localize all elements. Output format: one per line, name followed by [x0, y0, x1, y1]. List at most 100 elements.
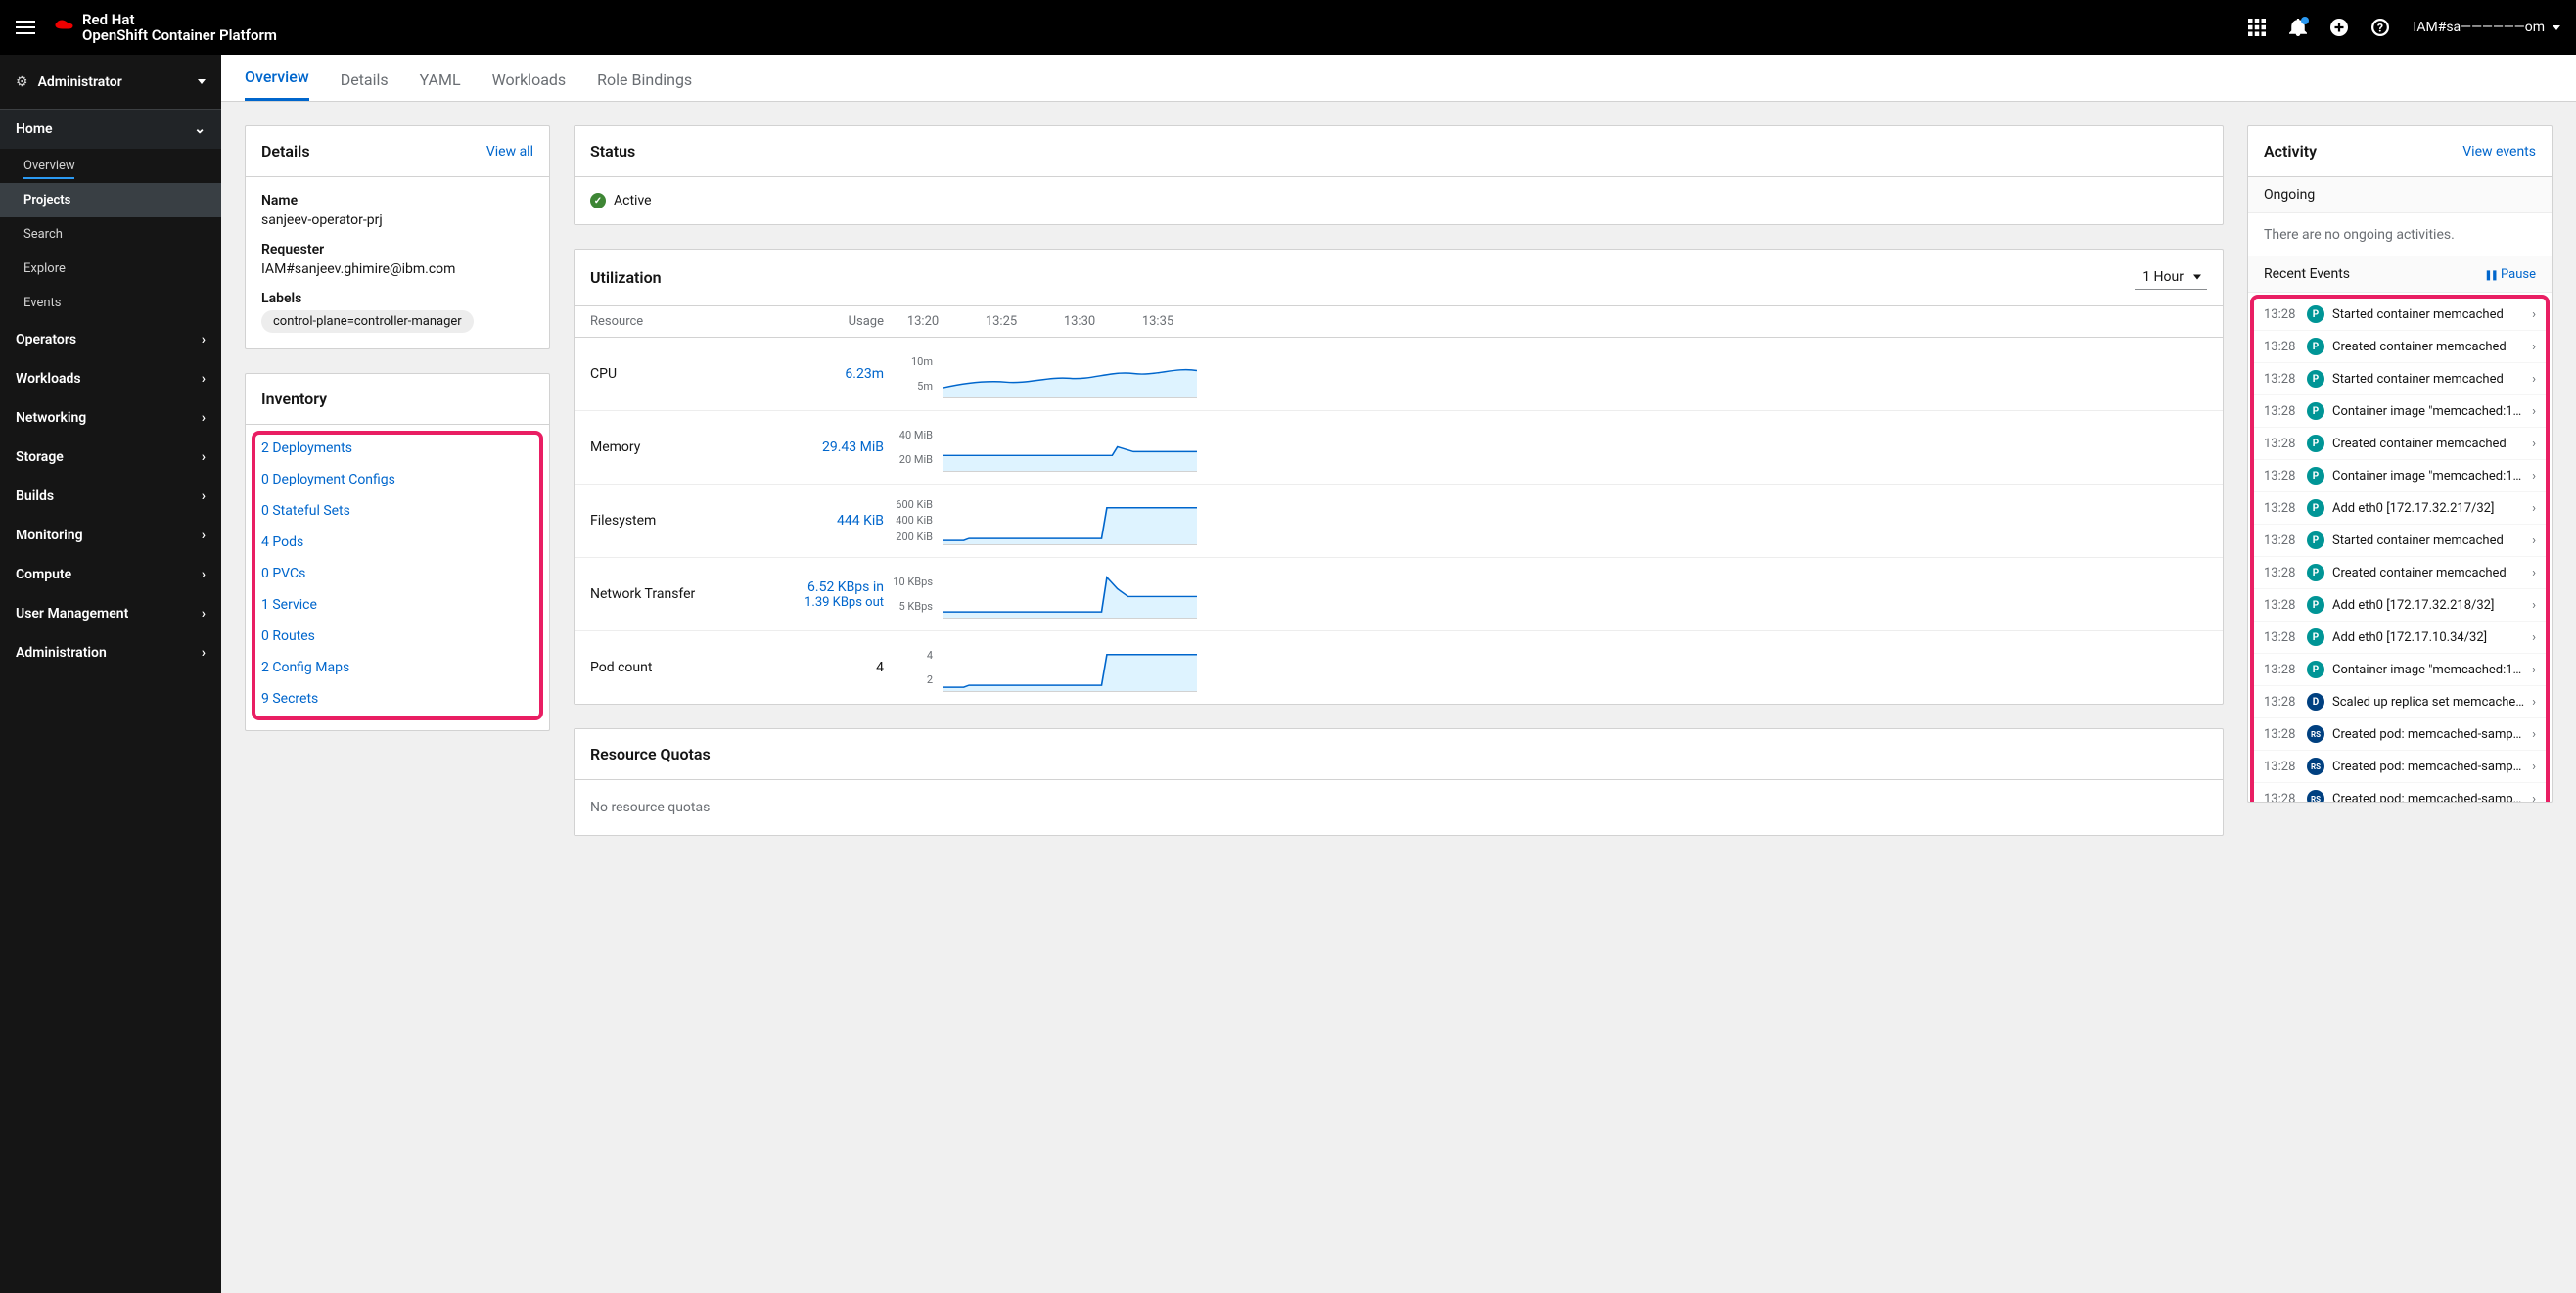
- util-name: Pod count: [590, 660, 786, 675]
- chevron-right-icon: ›: [202, 528, 206, 543]
- event-time: 13:28: [2264, 340, 2299, 354]
- inventory-deployconfigs[interactable]: 0 Deployment Configs: [261, 464, 533, 495]
- nav-storage[interactable]: Storage›: [0, 438, 221, 477]
- event-row[interactable]: 13:28 P Add eth0 [172.17.32.218/32] ›: [2254, 589, 2546, 622]
- hamburger-icon[interactable]: [16, 21, 35, 34]
- event-badge-icon: P: [2307, 370, 2324, 388]
- nav-usermgmt[interactable]: User Management›: [0, 594, 221, 633]
- inventory-statefulsets[interactable]: 0 Stateful Sets: [261, 495, 533, 527]
- event-row[interactable]: 13:28 P Add eth0 [172.17.32.217/32] ›: [2254, 492, 2546, 525]
- event-row[interactable]: 13:28 RS Created pod: memcached-sampl...…: [2254, 751, 2546, 783]
- chevron-right-icon: ›: [2532, 307, 2536, 322]
- event-badge-icon: P: [2307, 467, 2324, 485]
- chevron-right-icon: ›: [202, 449, 206, 465]
- util-row-filesystem[interactable]: Filesystem 444 KiB 600 KiB400 KiB200 KiB: [575, 485, 2223, 558]
- nav-administration[interactable]: Administration›: [0, 633, 221, 672]
- nav-builds[interactable]: Builds›: [0, 477, 221, 516]
- util-chart: 600 KiB400 KiB200 KiB: [884, 496, 1197, 545]
- event-badge-icon: P: [2307, 402, 2324, 420]
- inventory-configmaps[interactable]: 2 Config Maps: [261, 652, 533, 683]
- event-row[interactable]: 13:28 P Started container memcached ›: [2254, 363, 2546, 395]
- chevron-right-icon: ›: [202, 410, 206, 426]
- event-message: Add eth0 [172.17.32.217/32]: [2332, 501, 2524, 516]
- nav-home-search[interactable]: Search: [0, 217, 221, 252]
- nav-home[interactable]: Home ⌄: [0, 110, 221, 149]
- perspective-switcher[interactable]: ⚙ Administrator: [0, 55, 221, 110]
- tab-workloads[interactable]: Workloads: [492, 70, 567, 101]
- util-row-memory[interactable]: Memory 29.43 MiB 40 MiB20 MiB: [575, 411, 2223, 485]
- requester-label: Requester: [261, 242, 533, 257]
- chevron-right-icon: ›: [202, 606, 206, 622]
- event-row[interactable]: 13:28 P Container image "memcached:1.4..…: [2254, 395, 2546, 428]
- event-row[interactable]: 13:28 P Created container memcached ›: [2254, 428, 2546, 460]
- tab-overview[interactable]: Overview: [245, 68, 309, 101]
- chevron-right-icon: ›: [2532, 437, 2536, 451]
- event-message: Started container memcached: [2332, 307, 2524, 322]
- chevron-right-icon: ›: [2532, 663, 2536, 677]
- event-row[interactable]: 13:28 D Scaled up replica set memcached.…: [2254, 686, 2546, 718]
- requester-value: IAM#sanjeev.ghimire@ibm.com: [261, 261, 533, 277]
- inventory-deployments[interactable]: 2 Deployments: [261, 433, 533, 464]
- event-row[interactable]: 13:28 P Started container memcached ›: [2254, 299, 2546, 331]
- event-badge-icon: RS: [2307, 725, 2324, 743]
- nav-home-overview[interactable]: Overview: [0, 149, 221, 183]
- user-menu[interactable]: IAM#sa——————om: [2413, 20, 2560, 35]
- nav-monitoring[interactable]: Monitoring›: [0, 516, 221, 555]
- view-all-link[interactable]: View all: [486, 144, 533, 160]
- bell-icon[interactable]: [2289, 19, 2307, 36]
- event-time: 13:28: [2264, 727, 2299, 742]
- utilization-card: Utilization 1 Hour Resource Usage 13:20 …: [574, 249, 2224, 705]
- inventory-card: Inventory 2 Deployments 0 Deployment Con…: [245, 373, 550, 731]
- nav-operators[interactable]: Operators›: [0, 320, 221, 359]
- util-row-cpu[interactable]: CPU 6.23m 10m5m: [575, 338, 2223, 411]
- chevron-right-icon: ›: [202, 332, 206, 347]
- ongoing-header: Ongoing: [2248, 177, 2552, 213]
- svg-text:?: ?: [2377, 23, 2383, 36]
- nav-networking[interactable]: Networking›: [0, 398, 221, 438]
- pause-button[interactable]: Pause: [2484, 267, 2536, 282]
- time-range-dropdown[interactable]: 1 Hour: [2135, 265, 2207, 290]
- chevron-right-icon: ›: [2532, 695, 2536, 710]
- nav-home-events[interactable]: Events: [0, 286, 221, 320]
- event-row[interactable]: 13:28 RS Created pod: memcached-sampl...…: [2254, 783, 2546, 802]
- util-row-network-transfer[interactable]: Network Transfer 6.52 KBps in1.39 KBps o…: [575, 558, 2223, 631]
- inventory-services[interactable]: 1 Service: [261, 589, 533, 621]
- chevron-right-icon: ›: [2532, 598, 2536, 613]
- util-row-pod-count[interactable]: Pod count 4 42: [575, 631, 2223, 704]
- inventory-pods[interactable]: 4 Pods: [261, 527, 533, 558]
- tab-yaml[interactable]: YAML: [420, 70, 461, 101]
- event-row[interactable]: 13:28 P Add eth0 [172.17.10.34/32] ›: [2254, 622, 2546, 654]
- event-message: Started container memcached: [2332, 533, 2524, 548]
- label-chip[interactable]: control-plane=controller-manager: [261, 310, 474, 333]
- event-row[interactable]: 13:28 RS Created pod: memcached-sampl...…: [2254, 718, 2546, 751]
- inventory-routes[interactable]: 0 Routes: [261, 621, 533, 652]
- brand-logo[interactable]: Red Hat OpenShift Container Platform: [51, 12, 277, 44]
- chevron-right-icon: ›: [202, 645, 206, 661]
- nav-home-explore[interactable]: Explore: [0, 252, 221, 286]
- help-icon[interactable]: ?: [2371, 19, 2389, 36]
- inventory-secrets[interactable]: 9 Secrets: [261, 683, 533, 715]
- events-highlight: 13:28 P Started container memcached › 13…: [2250, 295, 2550, 802]
- tab-rolebindings[interactable]: Role Bindings: [597, 70, 692, 101]
- util-usage: 444 KiB: [786, 513, 884, 529]
- apps-icon[interactable]: [2248, 19, 2266, 36]
- event-row[interactable]: 13:28 P Container image "memcached:1.4..…: [2254, 460, 2546, 492]
- plus-icon[interactable]: [2330, 19, 2348, 36]
- nav-home-projects[interactable]: Projects: [0, 183, 221, 217]
- event-row[interactable]: 13:28 P Container image "memcached:1.4..…: [2254, 654, 2546, 686]
- chevron-right-icon: ›: [202, 567, 206, 582]
- event-badge-icon: P: [2307, 305, 2324, 323]
- tab-details[interactable]: Details: [341, 70, 389, 101]
- event-row[interactable]: 13:28 P Created container memcached ›: [2254, 331, 2546, 363]
- inventory-pvcs[interactable]: 0 PVCs: [261, 558, 533, 589]
- chevron-right-icon: ›: [2532, 566, 2536, 580]
- nav-workloads[interactable]: Workloads›: [0, 359, 221, 398]
- event-row[interactable]: 13:28 P Created container memcached ›: [2254, 557, 2546, 589]
- nav-compute[interactable]: Compute›: [0, 555, 221, 594]
- event-time: 13:28: [2264, 501, 2299, 516]
- view-events-link[interactable]: View events: [2462, 144, 2536, 160]
- status-card: Status Active: [574, 125, 2224, 225]
- util-usage: 29.43 MiB: [786, 439, 884, 455]
- event-message: Created container memcached: [2332, 437, 2524, 451]
- event-row[interactable]: 13:28 P Started container memcached ›: [2254, 525, 2546, 557]
